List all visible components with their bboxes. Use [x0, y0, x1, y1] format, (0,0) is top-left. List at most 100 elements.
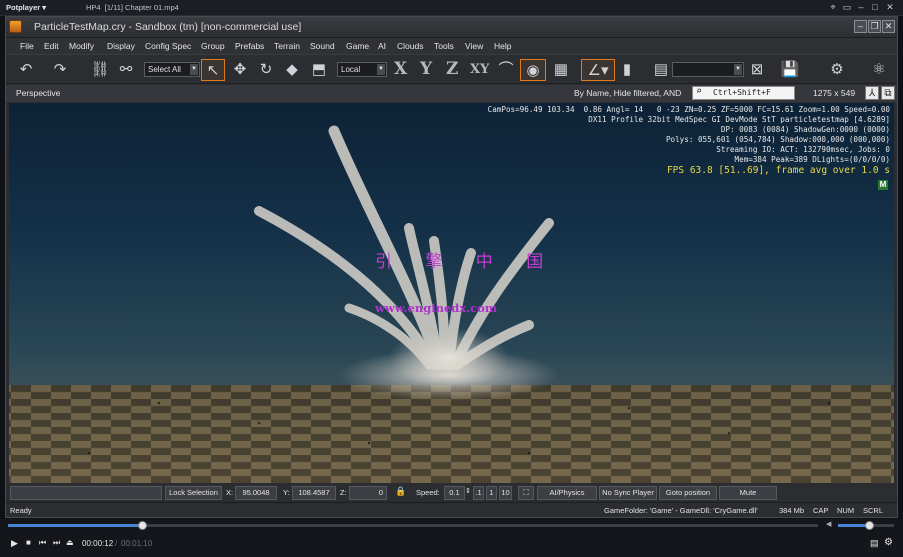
- time-separator: /: [115, 539, 118, 548]
- next-icon[interactable]: ⏭: [53, 538, 60, 548]
- x-coordinate-field[interactable]: 95.0048: [235, 486, 277, 500]
- ready-bar: Ready GameFolder: 'Game' - GameDll: 'Cry…: [6, 502, 897, 517]
- redo-icon[interactable]: ↷: [50, 59, 70, 81]
- speed-preset-button[interactable]: .1: [473, 486, 484, 500]
- play-icon[interactable]: ▶: [11, 538, 18, 549]
- restore-button[interactable]: ❐: [868, 20, 881, 33]
- select-all-dropdown[interactable]: Select All ▼: [144, 62, 200, 77]
- menu-clouds[interactable]: Clouds: [397, 41, 423, 51]
- 3d-viewport[interactable]: CamPos=96.49 103.34 0.86 Angl= 14 0 -23 …: [9, 103, 894, 483]
- chapter-label: [1/11] Chapter 01.mp4: [104, 3, 179, 12]
- y-coordinate-field[interactable]: 108.4587: [292, 486, 336, 500]
- speed-field[interactable]: 0.1: [444, 486, 465, 500]
- viewport-mode[interactable]: Perspective: [16, 88, 60, 98]
- sandbox-app-icon[interactable]: [9, 20, 22, 33]
- layer-icon[interactable]: ▤: [650, 59, 672, 81]
- menu-prefabs[interactable]: Prefabs: [235, 41, 264, 51]
- rotate-tool-icon[interactable]: ↻: [255, 59, 277, 81]
- menu-display[interactable]: Display: [107, 41, 135, 51]
- camera-icon[interactable]: ◉: [520, 59, 546, 81]
- stats-line: Polys: 055,601 (054,784) Shadow:000,000 …: [665, 135, 890, 144]
- menu-tools[interactable]: Tools: [434, 41, 454, 51]
- lock-selection-button[interactable]: Lock Selection: [165, 486, 222, 500]
- menu-edit[interactable]: Edit: [44, 41, 59, 51]
- viewport-resolution[interactable]: 1275 x 549: [813, 88, 855, 98]
- coord-space-label: Local: [341, 65, 361, 74]
- axis-xy-button[interactable]: XY: [470, 62, 489, 77]
- lock-icon[interactable]: 🔒: [395, 486, 406, 497]
- speed-spinner-icon[interactable]: ⇕: [465, 487, 471, 495]
- potplayer-menu[interactable]: Potplayer ▾: [6, 3, 46, 12]
- volume-track[interactable]: [838, 521, 894, 530]
- playlist-icon[interactable]: ▤: [870, 538, 879, 549]
- stop-icon[interactable]: ■: [26, 538, 31, 547]
- grid-icon[interactable]: ▦: [550, 59, 572, 81]
- axis-helper-icon[interactable]: ⅄: [865, 86, 879, 100]
- maximize-icon[interactable]: □: [869, 2, 881, 13]
- minimize-button[interactable]: –: [854, 20, 867, 33]
- menu-help[interactable]: Help: [494, 41, 511, 51]
- close-button[interactable]: ✕: [882, 20, 895, 33]
- stats-line: DP: 0083 (0084) ShadowGen:0000 (0000): [720, 125, 890, 134]
- coord-space-dropdown[interactable]: Local ▼: [337, 62, 387, 77]
- potplayer-brand[interactable]: Potplayer: [6, 3, 40, 12]
- physics-simulate-icon[interactable]: ⚙: [822, 59, 852, 81]
- close-icon[interactable]: ✕: [884, 2, 896, 13]
- menu-terrain[interactable]: Terrain: [274, 41, 300, 51]
- undo-icon[interactable]: ↶: [16, 59, 36, 81]
- menu-game[interactable]: Game: [346, 41, 369, 51]
- sandbox-window: ParticleTestMap.cry - Sandbox (tm) [non-…: [5, 16, 898, 518]
- goto-position-button[interactable]: Goto position: [659, 486, 717, 500]
- select-tool-icon[interactable]: ↖: [201, 59, 225, 81]
- axis-y-button[interactable]: Y: [420, 59, 432, 79]
- volume-handle[interactable]: [864, 521, 874, 530]
- previous-icon[interactable]: ⏮: [39, 538, 46, 548]
- search-input[interactable]: ⌕ Ctrl+Shift+F: [692, 86, 795, 100]
- speed-preset-button[interactable]: 1: [486, 486, 497, 500]
- scale-tool-icon[interactable]: ◆: [281, 59, 303, 81]
- network-icon[interactable]: ⛶: [518, 486, 534, 500]
- ai-physics-button[interactable]: AI/Physics: [537, 486, 597, 500]
- stats-line: CamPos=96.49 103.34 0.86 Angl= 14 0 -23 …: [487, 105, 890, 114]
- link-icon[interactable]: ⛓: [90, 59, 110, 81]
- mini-mode-icon[interactable]: ▭: [841, 2, 853, 13]
- minimize-icon[interactable]: –: [855, 2, 867, 13]
- no-sync-player-button[interactable]: No Sync Player: [599, 486, 657, 500]
- axis-x-button[interactable]: X: [394, 59, 407, 79]
- terrain-follow-icon[interactable]: ⌒: [495, 59, 517, 81]
- watermark-text: 引 擎 中 国: [375, 252, 558, 272]
- snap-to-terrain-icon[interactable]: ⬒: [308, 59, 330, 81]
- viewport-header: Perspective By Name, Hide filtered, AND …: [6, 85, 897, 102]
- pin-icon[interactable]: ⌖: [827, 2, 839, 13]
- unlink-icon[interactable]: ⚯: [116, 59, 136, 81]
- eject-icon[interactable]: ⏏: [66, 538, 74, 547]
- menu-file[interactable]: File: [20, 41, 34, 51]
- main-toolbar: ↶ ↷ ⛓ ⚯ Select All ▼ ↖ ✥ ↻ ◆ ⬒ Local ▼ X Y…: [6, 54, 897, 84]
- object-filter-dropdown[interactable]: ▼: [672, 62, 744, 77]
- move-tool-icon[interactable]: ✥: [229, 59, 251, 81]
- menu-view[interactable]: View: [465, 41, 483, 51]
- ai-generate-icon[interactable]: ⚛: [864, 59, 894, 81]
- menu-sound[interactable]: Sound: [310, 41, 335, 51]
- potplayer-titlebar: Potplayer ▾ HP4 [1/11] Chapter 01.mp4 ⌖ …: [0, 0, 903, 16]
- z-label: Z:: [340, 488, 347, 497]
- menu-modify[interactable]: Modify: [69, 41, 94, 51]
- seek-track[interactable]: [8, 521, 818, 530]
- speed-preset-button[interactable]: 10: [499, 486, 512, 500]
- maximize-viewport-icon[interactable]: ⧉: [881, 86, 895, 100]
- fps-readout: FPS 63.8 [51..69], frame avg over 1.0 s: [666, 165, 890, 176]
- axis-z-button[interactable]: Z: [446, 59, 458, 79]
- mute-button[interactable]: Mute: [719, 486, 777, 500]
- menu-config-spec[interactable]: Config Spec: [145, 41, 191, 51]
- volume-icon[interactable]: ◀: [826, 520, 831, 528]
- current-time: 00:00:12: [82, 539, 114, 548]
- z-coordinate-field[interactable]: 0: [349, 486, 387, 500]
- menu-ai[interactable]: AI: [378, 41, 386, 51]
- settings-icon[interactable]: ⚙: [884, 537, 893, 548]
- menu-group[interactable]: Group: [201, 41, 225, 51]
- search-hint: Ctrl+Shift+F: [713, 88, 771, 97]
- seek-handle[interactable]: [137, 521, 147, 530]
- clear-filter-icon[interactable]: ⊠: [746, 59, 768, 81]
- angle-snap-icon[interactable]: ∠▾: [581, 59, 615, 81]
- save-level-icon[interactable]: 💾: [774, 59, 806, 81]
